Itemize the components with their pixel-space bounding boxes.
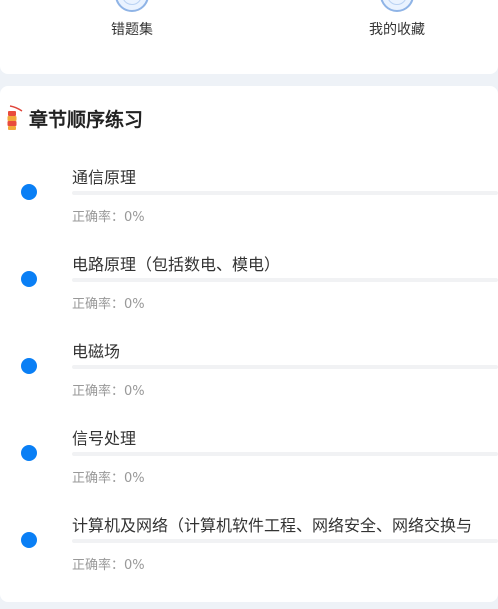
chapter-item[interactable]: 电磁场 正确率：0% [0,260,498,399]
chapter-practice-card: 章节顺序练习 通信原理 正确率：0% 电路原理（包括数电、模电） 正确率：0% 电磁场正… [0,86,498,602]
favorites-icon [380,0,414,12]
favorites-label: 我的收藏 [369,22,425,38]
chapter-item[interactable]: 计算机及网络（计算机软件工程、网络安全、网络交换与 正确率：0% [0,434,498,573]
chapter-item[interactable]: 通信原理 正确率：0% [0,86,498,225]
chapter-progress-bar [72,539,498,543]
accuracy-label: 正确率： [72,558,125,573]
wrong-questions-button[interactable]: 错题集 [72,0,192,74]
quick-entry-bar: 错题集 我的收藏 [0,0,498,74]
wrong-questions-icon [115,0,149,12]
favorites-button[interactable]: 我的收藏 [337,0,457,74]
chapter-item[interactable]: 信号处理 正确率：0% [0,347,498,486]
chapter-item[interactable]: 电路原理（包括数电、模电） 正确率：0% [0,173,498,312]
chapter-accuracy: 正确率：0% [72,554,145,573]
chapter-dot-icon [21,532,37,548]
chapter-title: 计算机及网络（计算机软件工程、网络安全、网络交换与 [72,516,473,535]
accuracy-value: 0% [124,558,145,573]
wrong-questions-label: 错题集 [111,22,153,38]
